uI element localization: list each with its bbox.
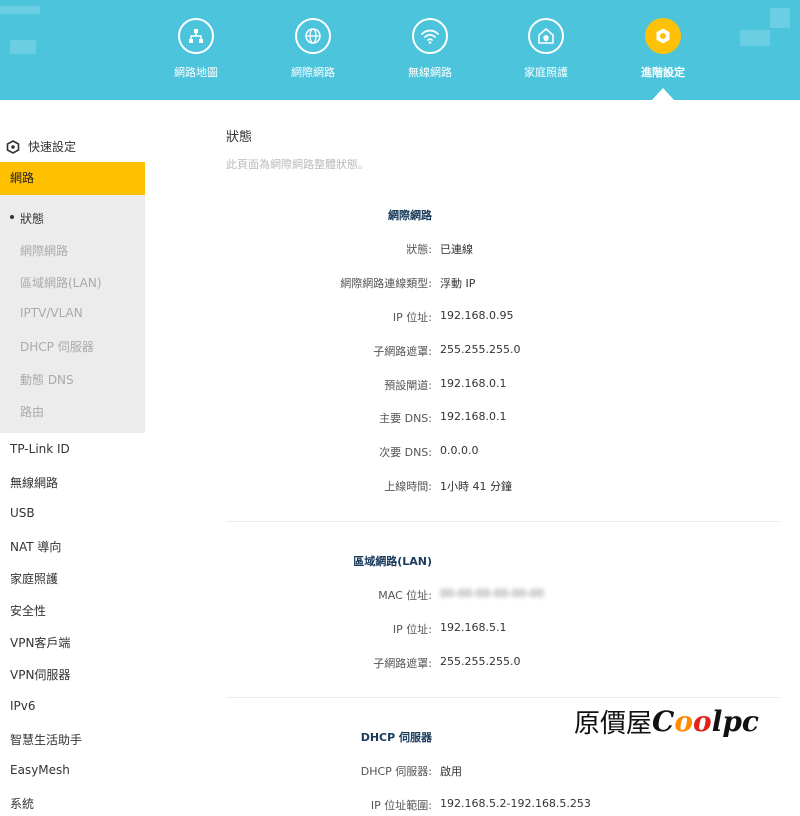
field-label: 上線時間: [384, 480, 432, 493]
page-title: 狀態 [226, 130, 253, 145]
sidebar-item-usb[interactable]: USB [10, 506, 35, 520]
sidebar-subitem-internet[interactable]: 網際網路 [20, 242, 68, 259]
section-divider [226, 521, 780, 522]
field-value: 192.168.0.1 [440, 377, 507, 390]
sidebar-subitem-dhcp[interactable]: DHCP 伺服器 [20, 338, 94, 355]
globe-icon [295, 18, 331, 54]
sidebar-item-security[interactable]: 安全性 [10, 602, 46, 619]
sidebar-item-smart-assistant[interactable]: 智慧生活助手 [10, 731, 82, 748]
field-label: 主要 DNS: [379, 412, 432, 425]
sidebar-item-easymesh[interactable]: EasyMesh [10, 763, 70, 777]
watermark-c: C [652, 705, 675, 738]
field-label: IP 位址: [392, 311, 432, 324]
tab-label: 進階設定 [641, 66, 685, 79]
field-label: 狀態: [406, 243, 432, 256]
field-value: 192.168.5.2-192.168.5.253 [440, 797, 591, 810]
gear-icon [645, 18, 681, 54]
top-nav-bar: 網路地圖 網際網路 無線網路 家庭照護 進階設定 [0, 0, 800, 100]
sidebar-item-wireless[interactable]: 無線網路 [10, 474, 58, 491]
tab-network-map[interactable]: 網路地圖 [148, 0, 244, 100]
network-map-icon [178, 18, 214, 54]
field-label: MAC 位址: [378, 589, 432, 602]
mac-address-value: 00-00-00-00-00-00 [440, 587, 544, 600]
tab-label: 無線網路 [408, 66, 452, 79]
field-label: 預設閘道: [384, 379, 432, 392]
section-title-lan: 區域網路(LAN) [353, 555, 432, 568]
sidebar-subitem-status[interactable]: 狀態 [20, 210, 44, 227]
watermark-suffix: lpc [711, 705, 759, 738]
field-value: 已連線 [440, 243, 473, 256]
section-title-internet: 網際網路 [388, 209, 432, 222]
field-label: IP 位址範圍: [370, 799, 432, 812]
tab-home-care[interactable]: 家庭照護 [498, 0, 594, 100]
field-value: 0.0.0.0 [440, 444, 479, 457]
field-label: 子網路遮罩: [373, 345, 432, 358]
field-value: 255.255.255.0 [440, 655, 521, 668]
decor-shape [770, 8, 790, 28]
watermark-o2: o [693, 705, 712, 738]
sidebar-item-ipv6[interactable]: IPv6 [10, 699, 36, 713]
sidebar-subitem-routing[interactable]: 路由 [20, 403, 44, 420]
sidebar-item-nat[interactable]: NAT 導向 [10, 538, 61, 555]
tab-internet[interactable]: 網際網路 [265, 0, 361, 100]
field-value: 浮動 IP [440, 277, 476, 290]
field-label: 網際網路連線類型: [340, 277, 432, 290]
sidebar-subitem-ddns[interactable]: 動態 DNS [20, 371, 74, 388]
tab-wireless[interactable]: 無線網路 [382, 0, 478, 100]
field-label: DHCP 伺服器: [360, 765, 432, 778]
field-value: 1小時 41 分鐘 [440, 480, 512, 493]
sidebar-subitem-lan[interactable]: 區域網路(LAN) [20, 274, 102, 291]
home-shield-icon [528, 18, 564, 54]
field-value: 192.168.0.1 [440, 410, 507, 423]
decor-shape [0, 6, 40, 14]
wifi-icon [412, 18, 448, 54]
watermark-prefix: 原價屋 [574, 709, 653, 739]
field-value: 192.168.5.1 [440, 621, 507, 634]
page-description: 此頁面為網際網路整體狀態。 [226, 158, 369, 171]
field-label: 次要 DNS: [379, 446, 432, 459]
tab-label: 網路地圖 [174, 66, 218, 79]
sidebar-item-tplink-id[interactable]: TP-Link ID [10, 442, 70, 456]
gear-icon [6, 139, 20, 154]
field-label: 子網路遮罩: [373, 657, 432, 670]
section-title-dhcp: DHCP 伺服器 [360, 731, 432, 744]
decor-shape [740, 30, 770, 46]
sidebar-subitem-iptv[interactable]: IPTV/VLAN [20, 306, 83, 320]
sidebar-item-network[interactable]: 網路 [0, 162, 145, 195]
section-divider [226, 697, 780, 698]
field-value: 啟用 [440, 765, 462, 778]
decor-shape [10, 40, 36, 54]
field-value: 192.168.0.95 [440, 309, 514, 322]
watermark-o1: o [674, 705, 693, 738]
tab-advanced[interactable]: 進階設定 [615, 0, 711, 100]
sidebar-item-vpn-server[interactable]: VPN伺服器 [10, 666, 70, 683]
sidebar-item-system[interactable]: 系統 [10, 795, 34, 812]
tab-label: 網際網路 [291, 66, 335, 79]
sidebar-item-vpn-client[interactable]: VPN客戶端 [10, 634, 70, 651]
coolpc-watermark-logo: 原價屋 C o o lpc [574, 703, 759, 740]
quick-setup-link[interactable]: 快速設定 [6, 138, 76, 155]
field-value: 255.255.255.0 [440, 343, 521, 356]
tab-label: 家庭照護 [524, 66, 568, 79]
active-tab-pointer [652, 88, 674, 100]
sidebar-item-home-care[interactable]: 家庭照護 [10, 570, 58, 587]
quick-setup-label: 快速設定 [28, 140, 77, 154]
current-bullet-icon [10, 215, 14, 219]
field-label: IP 位址: [392, 623, 432, 636]
